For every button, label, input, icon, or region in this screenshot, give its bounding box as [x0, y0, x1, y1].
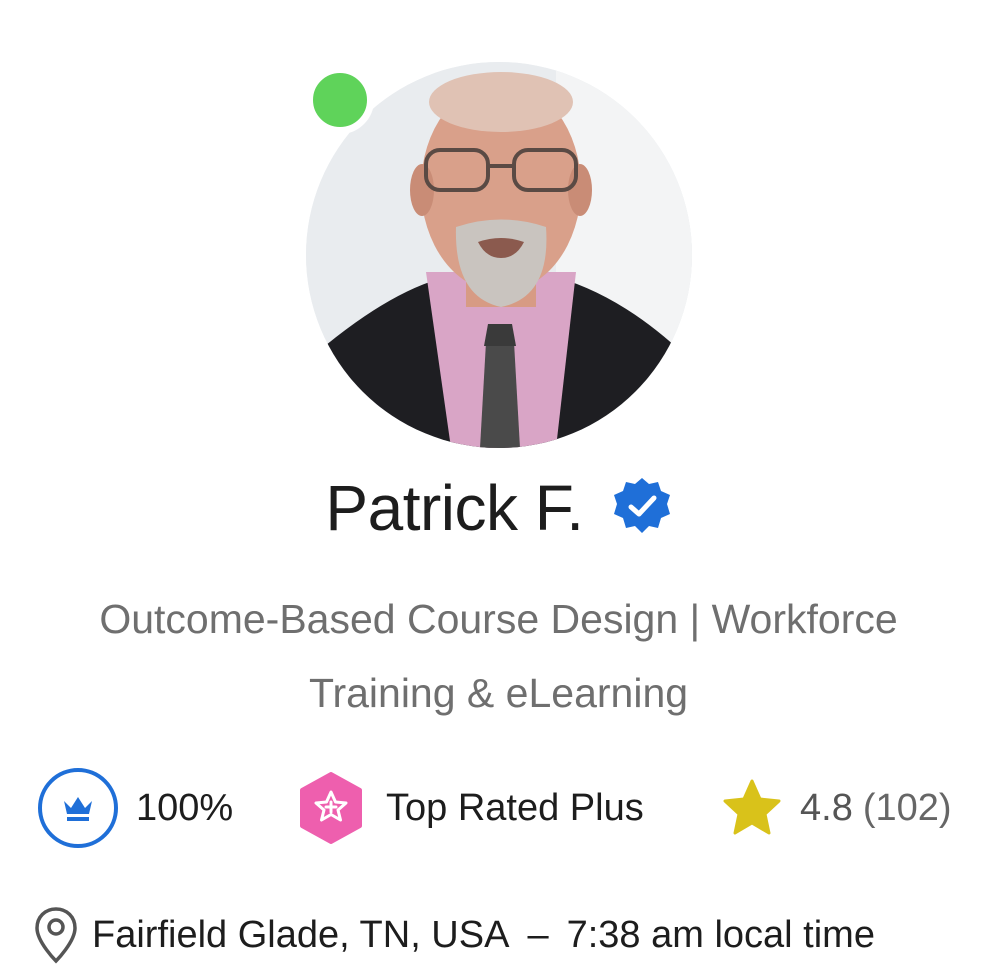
crown-icon: [38, 768, 118, 848]
job-success-score[interactable]: 100%: [38, 763, 233, 853]
location-row: Fairfield Glade, TN, USA – 7:38 am local…: [32, 900, 972, 970]
review-count: (102): [862, 786, 952, 829]
location-separator: –: [527, 913, 549, 956]
rating-value: 4.8: [800, 786, 853, 829]
online-status-dot: [306, 66, 374, 134]
top-rated-plus-badge[interactable]: Top Rated Plus: [298, 763, 644, 853]
local-time: 7:38 am local time: [566, 913, 875, 956]
star-icon: [722, 778, 782, 838]
profile-title-line2: Training & eLearning: [308, 670, 689, 716]
profile-name: Patrick F.: [325, 472, 584, 544]
profile-stats: 100% Top Rated Plus 4.8 (102): [38, 763, 978, 853]
profile-title-line1: Outcome-Based Course Design | Workforce: [99, 596, 898, 642]
job-success-value: 100%: [136, 786, 234, 829]
verified-badge-icon: [612, 476, 672, 536]
profile-title: Outcome-Based Course Design | Workforce …: [10, 582, 987, 730]
profile-header: Patrick F.: [0, 470, 997, 546]
location-pin-icon: [32, 905, 80, 965]
location-city: Fairfield Glade, TN, USA: [92, 913, 510, 956]
rating[interactable]: 4.8 (102): [722, 763, 952, 853]
top-rated-plus-icon: [298, 772, 364, 844]
top-rated-plus-label: Top Rated Plus: [386, 786, 644, 829]
